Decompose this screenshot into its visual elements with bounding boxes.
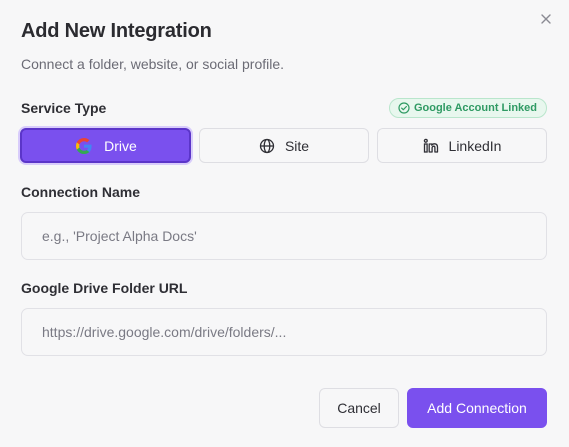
folder-url-label: Google Drive Folder URL (21, 280, 188, 296)
check-circle-icon (398, 102, 410, 114)
google-linked-badge: Google Account Linked (388, 98, 547, 118)
add-connection-button[interactable]: Add Connection (407, 388, 547, 428)
service-type-label: Service Type (21, 100, 107, 116)
service-option-drive[interactable]: Drive (20, 128, 191, 163)
add-integration-dialog: Add New Integration Connect a folder, we… (0, 0, 569, 447)
google-icon (74, 136, 94, 156)
service-option-label: Site (284, 137, 310, 154)
service-option-label: Drive (104, 137, 137, 154)
globe-icon (259, 138, 275, 154)
cancel-button[interactable]: Cancel (319, 388, 399, 428)
connection-name-input[interactable] (21, 212, 547, 260)
dialog-title: Add New Integration (21, 20, 212, 42)
close-icon[interactable] (539, 12, 553, 26)
service-option-site[interactable]: Site (199, 128, 369, 163)
linkedin-icon (423, 138, 439, 154)
service-option-label: LinkedIn (448, 137, 502, 154)
folder-url-input[interactable] (21, 308, 547, 356)
dialog-subtitle: Connect a folder, website, or social pro… (21, 56, 285, 72)
service-option-linkedin[interactable]: LinkedIn (377, 128, 547, 163)
badge-label: Google Account Linked (413, 102, 537, 114)
connection-name-label: Connection Name (21, 184, 141, 200)
